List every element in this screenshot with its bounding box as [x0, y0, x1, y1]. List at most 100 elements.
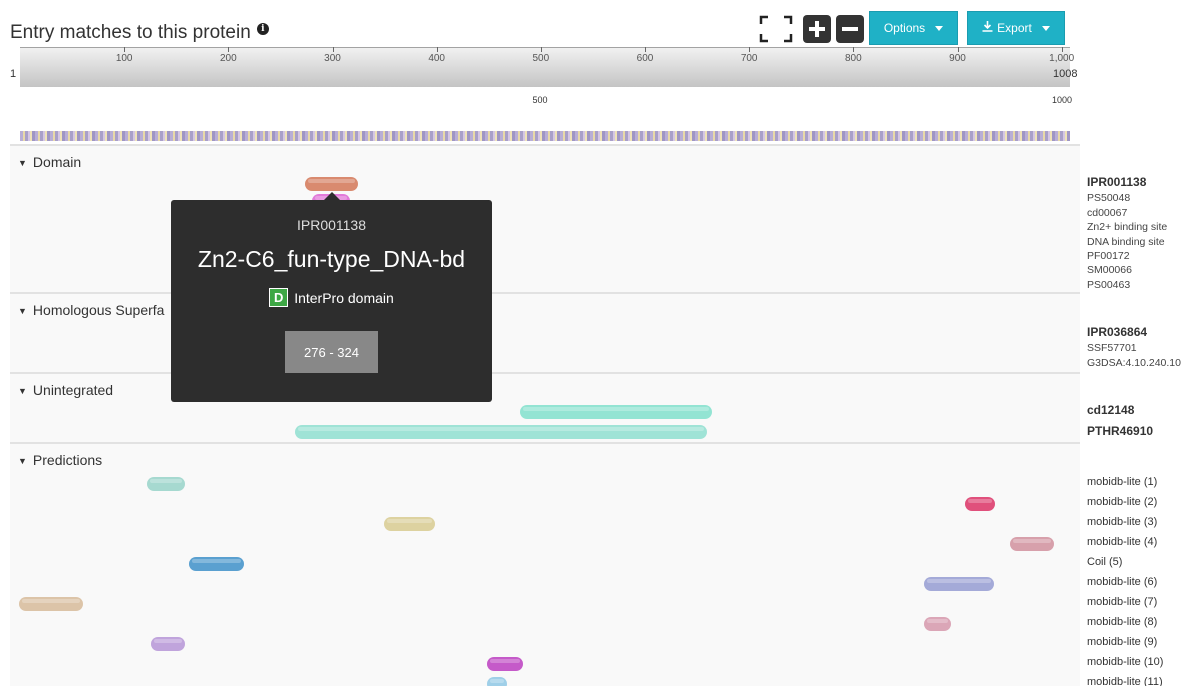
homologous-entry-label[interactable]: IPR036864: [1087, 325, 1147, 340]
ruler-tick-label: 1,000: [1049, 53, 1075, 64]
tooltip-entry-type: D InterPro domain: [171, 288, 492, 307]
prediction-bar-3[interactable]: [384, 517, 435, 531]
prediction-bar-2[interactable]: [965, 497, 995, 511]
domain-member-label[interactable]: Zn2+ binding site: [1087, 220, 1167, 235]
ruler-tick-label: 200: [219, 53, 237, 64]
prediction-label[interactable]: mobidb-lite (2): [1087, 495, 1157, 510]
domain-member-label[interactable]: SM00066: [1087, 263, 1132, 278]
homologous-section-label: Homologous Superfa: [32, 302, 165, 318]
ruler-tick-label: 100: [115, 53, 133, 64]
axis-label-500: 500: [532, 95, 548, 105]
prediction-bar-6[interactable]: [924, 577, 994, 591]
ruler-tick-label: 700: [740, 53, 758, 64]
ruler-tick-label: 300: [324, 53, 341, 64]
zoom-in-button[interactable]: [803, 15, 831, 43]
ruler-tick-mark: [332, 47, 334, 52]
export-button[interactable]: Export: [967, 11, 1065, 45]
unintegrated-bar-pthr46910[interactable]: [295, 425, 707, 439]
homologous-member-label[interactable]: G3DSA:4.10.240.10: [1087, 356, 1181, 371]
domain-member-label[interactable]: cd00067: [1087, 206, 1127, 221]
ruler-tick-mark: [645, 47, 646, 52]
unintegrated-bar-cd12148[interactable]: [520, 405, 712, 419]
sequence-ruler[interactable]: 100 200 300 400 500 600 700 800 900 1,000: [20, 47, 1074, 87]
ruler-tick-label: 400: [428, 53, 445, 64]
prediction-label[interactable]: mobidb-lite (9): [1087, 635, 1157, 650]
domain-section-toggle[interactable]: ▼ Domain: [18, 154, 81, 170]
prediction-label[interactable]: mobidb-lite (8): [1087, 615, 1157, 630]
triangle-down-icon: ▼: [18, 386, 27, 396]
triangle-down-icon: ▼: [18, 306, 27, 316]
caret-down-icon: [1041, 25, 1050, 31]
export-label: Export: [997, 21, 1032, 35]
ruler-tick-mark: [749, 47, 751, 52]
info-icon[interactable]: i: [256, 23, 269, 35]
domain-member-label[interactable]: DNA binding site: [1087, 235, 1165, 250]
ruler-tick-mark: [1061, 47, 1063, 52]
prediction-bar-7[interactable]: [19, 597, 83, 611]
ruler-tick-mark: [853, 47, 855, 52]
axis-label-1000: 1000: [1051, 95, 1073, 105]
unintegrated-section-toggle[interactable]: ▼ Unintegrated: [18, 382, 113, 398]
fullscreen-icon[interactable]: [759, 15, 793, 43]
prediction-bar-1[interactable]: [147, 477, 185, 491]
prediction-label[interactable]: Coil (5): [1087, 555, 1122, 570]
prediction-label[interactable]: mobidb-lite (4): [1087, 535, 1157, 550]
prediction-bar-8[interactable]: [924, 617, 951, 631]
ruler-tick-mark: [540, 47, 542, 52]
ruler-tick-mark: [957, 47, 959, 52]
domain-entry-label[interactable]: IPR001138: [1087, 175, 1146, 190]
prediction-bar-11[interactable]: [487, 677, 507, 686]
predictions-section-toggle[interactable]: ▼ Predictions: [18, 452, 102, 468]
unintegrated-label[interactable]: PTHR46910: [1087, 424, 1153, 439]
ruler-tick-label: 600: [636, 53, 654, 64]
ruler-tick-label: 800: [844, 53, 862, 64]
protein-matches-panel: Entry matches to this protein i Options …: [0, 0, 1190, 686]
tooltip-range[interactable]: 276 - 324: [285, 331, 378, 373]
prediction-label[interactable]: mobidb-lite (3): [1087, 515, 1157, 530]
ruler-tick-mark: [228, 47, 230, 52]
tooltip-entry-name: Zn2-C6_fun-type_DNA-bd: [197, 246, 466, 272]
options-label: Options: [883, 21, 926, 35]
triangle-down-icon: ▼: [18, 456, 27, 466]
page-title: Entry matches to this protein i: [10, 22, 269, 44]
prediction-bar-9[interactable]: [151, 637, 185, 651]
tooltip-arrow: [324, 192, 340, 200]
prediction-label[interactable]: mobidb-lite (1): [1087, 475, 1157, 490]
prediction-bar-10[interactable]: [487, 657, 523, 671]
prediction-label[interactable]: mobidb-lite (6): [1087, 575, 1157, 590]
domain-member-label[interactable]: PF00172: [1087, 249, 1130, 264]
prediction-bar-4[interactable]: [1010, 537, 1054, 551]
domain-section-label: Domain: [32, 154, 82, 170]
entry-tooltip: IPR001138 Zn2-C6_fun-type_DNA-bd D Inter…: [171, 192, 492, 402]
domain-member-label[interactable]: PS00463: [1087, 278, 1130, 293]
options-button[interactable]: Options: [869, 11, 958, 45]
prediction-label[interactable]: mobidb-lite (10): [1087, 655, 1163, 670]
ruler-end-label: 1008: [1053, 68, 1078, 80]
unintegrated-section-label: Unintegrated: [32, 382, 114, 398]
zoom-out-button[interactable]: [836, 15, 864, 43]
domain-member-label[interactable]: PS50048: [1087, 191, 1130, 206]
prediction-label[interactable]: mobidb-lite (11): [1087, 675, 1163, 686]
sequence-strip[interactable]: [20, 131, 1070, 141]
caret-down-icon: [935, 25, 944, 31]
download-icon: [982, 21, 993, 35]
prediction-label[interactable]: mobidb-lite (7): [1087, 595, 1157, 610]
minus-icon: [842, 27, 858, 31]
tooltip-accession: IPR001138: [296, 217, 366, 233]
triangle-down-icon: ▼: [18, 158, 27, 168]
unintegrated-label[interactable]: cd12148: [1087, 403, 1134, 418]
ruler-start-label: 1: [10, 68, 17, 80]
ruler-tick-mark: [436, 47, 438, 52]
predictions-section-label: Predictions: [32, 452, 103, 468]
homologous-member-label[interactable]: SSF57701: [1087, 341, 1137, 356]
domain-badge-icon: D: [269, 288, 289, 307]
ruler-tick-mark: [124, 47, 126, 52]
predictions-section: ▼ Predictions: [10, 442, 1080, 686]
prediction-bar-5[interactable]: [189, 557, 244, 571]
ruler-tick-label: 500: [532, 53, 550, 64]
homologous-section-toggle[interactable]: ▼ Homologous Superfa: [18, 302, 164, 318]
tooltip-type-label: InterPro domain: [294, 289, 394, 306]
page-title-text: Entry matches to this protein: [10, 22, 251, 43]
domain-bar[interactable]: [305, 177, 358, 191]
ruler-tick-label: 900: [949, 53, 966, 64]
